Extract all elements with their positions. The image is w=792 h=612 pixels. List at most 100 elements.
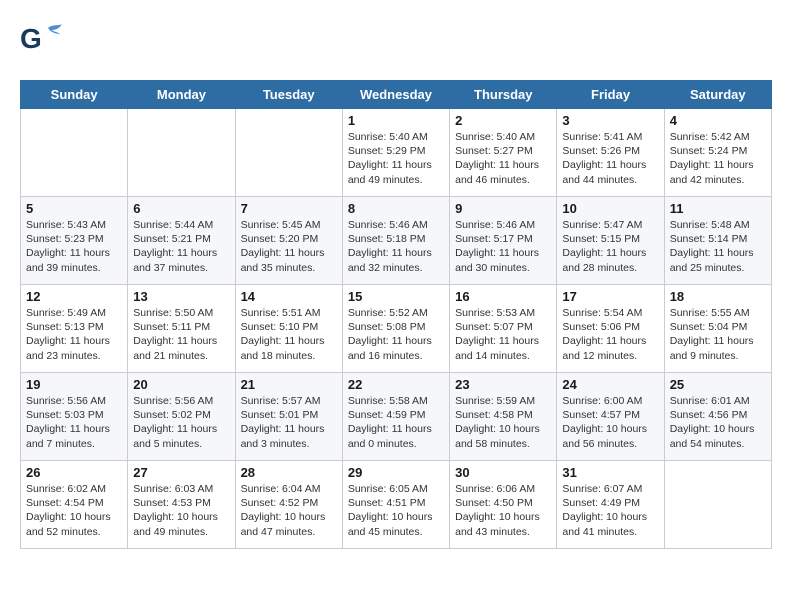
weekday-header-friday: Friday xyxy=(557,81,664,109)
day-info: Sunrise: 6:03 AM Sunset: 4:53 PM Dayligh… xyxy=(133,482,229,539)
day-info: Sunrise: 5:40 AM Sunset: 5:27 PM Dayligh… xyxy=(455,130,551,187)
calendar-cell: 17 Sunrise: 5:54 AM Sunset: 5:06 PM Dayli… xyxy=(557,285,664,373)
weekday-header-tuesday: Tuesday xyxy=(235,81,342,109)
day-info: Sunrise: 6:05 AM Sunset: 4:51 PM Dayligh… xyxy=(348,482,444,539)
day-number: 26 xyxy=(26,465,122,480)
calendar-cell: 15 Sunrise: 5:52 AM Sunset: 5:08 PM Dayli… xyxy=(342,285,449,373)
calendar-cell: 30 Sunrise: 6:06 AM Sunset: 4:50 PM Dayli… xyxy=(450,461,557,549)
day-info: Sunrise: 5:57 AM Sunset: 5:01 PM Dayligh… xyxy=(241,394,337,451)
day-info: Sunrise: 5:42 AM Sunset: 5:24 PM Dayligh… xyxy=(670,130,766,187)
calendar-cell: 27 Sunrise: 6:03 AM Sunset: 4:53 PM Dayli… xyxy=(128,461,235,549)
calendar-cell xyxy=(664,461,771,549)
day-info: Sunrise: 5:40 AM Sunset: 5:29 PM Dayligh… xyxy=(348,130,444,187)
day-info: Sunrise: 5:47 AM Sunset: 5:15 PM Dayligh… xyxy=(562,218,658,275)
day-info: Sunrise: 6:06 AM Sunset: 4:50 PM Dayligh… xyxy=(455,482,551,539)
day-info: Sunrise: 6:00 AM Sunset: 4:57 PM Dayligh… xyxy=(562,394,658,451)
day-number: 20 xyxy=(133,377,229,392)
day-number: 13 xyxy=(133,289,229,304)
calendar-cell: 5 Sunrise: 5:43 AM Sunset: 5:23 PM Daylig… xyxy=(21,197,128,285)
calendar-cell: 26 Sunrise: 6:02 AM Sunset: 4:54 PM Dayli… xyxy=(21,461,128,549)
calendar-cell xyxy=(128,109,235,197)
day-number: 31 xyxy=(562,465,658,480)
calendar-cell: 21 Sunrise: 5:57 AM Sunset: 5:01 PM Dayli… xyxy=(235,373,342,461)
calendar-cell: 19Sunrise: 5:56 AM Sunset: 5:03 PM Dayli… xyxy=(21,373,128,461)
page-header: G xyxy=(20,20,772,64)
calendar-week-row: 19Sunrise: 5:56 AM Sunset: 5:03 PM Dayli… xyxy=(21,373,772,461)
day-info: Sunrise: 6:01 AM Sunset: 4:56 PM Dayligh… xyxy=(670,394,766,451)
day-info: Sunrise: 5:44 AM Sunset: 5:21 PM Dayligh… xyxy=(133,218,229,275)
day-number: 21 xyxy=(241,377,337,392)
day-info: Sunrise: 5:45 AM Sunset: 5:20 PM Dayligh… xyxy=(241,218,337,275)
calendar-cell: 20Sunrise: 5:56 AM Sunset: 5:02 PM Dayli… xyxy=(128,373,235,461)
day-number: 25 xyxy=(670,377,766,392)
calendar-cell: 11 Sunrise: 5:48 AM Sunset: 5:14 PM Dayli… xyxy=(664,197,771,285)
calendar-cell: 9 Sunrise: 5:46 AM Sunset: 5:17 PM Daylig… xyxy=(450,197,557,285)
day-info: Sunrise: 5:53 AM Sunset: 5:07 PM Dayligh… xyxy=(455,306,551,363)
weekday-header-thursday: Thursday xyxy=(450,81,557,109)
weekday-header-wednesday: Wednesday xyxy=(342,81,449,109)
day-number: 9 xyxy=(455,201,551,216)
day-info: Sunrise: 5:50 AM Sunset: 5:11 PM Dayligh… xyxy=(133,306,229,363)
calendar-cell: 23Sunrise: 5:59 AM Sunset: 4:58 PM Dayli… xyxy=(450,373,557,461)
day-info: Sunrise: 6:04 AM Sunset: 4:52 PM Dayligh… xyxy=(241,482,337,539)
calendar-cell: 29 Sunrise: 6:05 AM Sunset: 4:51 PM Dayli… xyxy=(342,461,449,549)
logo: G xyxy=(20,20,66,64)
day-info: Sunrise: 5:48 AM Sunset: 5:14 PM Dayligh… xyxy=(670,218,766,275)
day-number: 30 xyxy=(455,465,551,480)
calendar-week-row: 1 Sunrise: 5:40 AM Sunset: 5:29 PM Daylig… xyxy=(21,109,772,197)
day-number: 19 xyxy=(26,377,122,392)
weekday-header-monday: Monday xyxy=(128,81,235,109)
day-number: 15 xyxy=(348,289,444,304)
day-info: Sunrise: 5:54 AM Sunset: 5:06 PM Dayligh… xyxy=(562,306,658,363)
calendar-cell: 31 Sunrise: 6:07 AM Sunset: 4:49 PM Dayli… xyxy=(557,461,664,549)
day-number: 28 xyxy=(241,465,337,480)
calendar-cell: 8Sunrise: 5:46 AM Sunset: 5:18 PM Daylig… xyxy=(342,197,449,285)
calendar-cell: 16 Sunrise: 5:53 AM Sunset: 5:07 PM Dayli… xyxy=(450,285,557,373)
calendar-cell: 25 Sunrise: 6:01 AM Sunset: 4:56 PM Dayli… xyxy=(664,373,771,461)
day-info: Sunrise: 5:49 AM Sunset: 5:13 PM Dayligh… xyxy=(26,306,122,363)
calendar-cell: 22Sunrise: 5:58 AM Sunset: 4:59 PM Dayli… xyxy=(342,373,449,461)
calendar-cell: 14Sunrise: 5:51 AM Sunset: 5:10 PM Dayli… xyxy=(235,285,342,373)
day-number: 5 xyxy=(26,201,122,216)
day-number: 16 xyxy=(455,289,551,304)
calendar-cell: 3 Sunrise: 5:41 AM Sunset: 5:26 PM Daylig… xyxy=(557,109,664,197)
calendar-cell xyxy=(21,109,128,197)
day-number: 11 xyxy=(670,201,766,216)
day-number: 27 xyxy=(133,465,229,480)
calendar-cell: 2 Sunrise: 5:40 AM Sunset: 5:27 PM Daylig… xyxy=(450,109,557,197)
day-info: Sunrise: 5:55 AM Sunset: 5:04 PM Dayligh… xyxy=(670,306,766,363)
day-number: 23 xyxy=(455,377,551,392)
logo-icon: G xyxy=(20,20,64,64)
calendar-cell xyxy=(235,109,342,197)
calendar-cell: 7 Sunrise: 5:45 AM Sunset: 5:20 PM Daylig… xyxy=(235,197,342,285)
day-info: Sunrise: 5:52 AM Sunset: 5:08 PM Dayligh… xyxy=(348,306,444,363)
day-number: 12 xyxy=(26,289,122,304)
calendar-cell: 1 Sunrise: 5:40 AM Sunset: 5:29 PM Daylig… xyxy=(342,109,449,197)
calendar-cell: 18Sunrise: 5:55 AM Sunset: 5:04 PM Dayli… xyxy=(664,285,771,373)
day-number: 6 xyxy=(133,201,229,216)
day-info: Sunrise: 6:02 AM Sunset: 4:54 PM Dayligh… xyxy=(26,482,122,539)
day-number: 14 xyxy=(241,289,337,304)
calendar-cell: 13 Sunrise: 5:50 AM Sunset: 5:11 PM Dayli… xyxy=(128,285,235,373)
svg-text:G: G xyxy=(20,23,42,54)
day-info: Sunrise: 6:07 AM Sunset: 4:49 PM Dayligh… xyxy=(562,482,658,539)
calendar-cell: 24Sunrise: 6:00 AM Sunset: 4:57 PM Dayli… xyxy=(557,373,664,461)
day-number: 29 xyxy=(348,465,444,480)
day-info: Sunrise: 5:43 AM Sunset: 5:23 PM Dayligh… xyxy=(26,218,122,275)
day-number: 7 xyxy=(241,201,337,216)
day-number: 2 xyxy=(455,113,551,128)
day-number: 17 xyxy=(562,289,658,304)
day-number: 4 xyxy=(670,113,766,128)
day-number: 3 xyxy=(562,113,658,128)
calendar-table: SundayMondayTuesdayWednesdayThursdayFrid… xyxy=(20,80,772,549)
day-info: Sunrise: 5:41 AM Sunset: 5:26 PM Dayligh… xyxy=(562,130,658,187)
day-info: Sunrise: 5:58 AM Sunset: 4:59 PM Dayligh… xyxy=(348,394,444,451)
calendar-cell: 6 Sunrise: 5:44 AM Sunset: 5:21 PM Daylig… xyxy=(128,197,235,285)
calendar-cell: 4 Sunrise: 5:42 AM Sunset: 5:24 PM Daylig… xyxy=(664,109,771,197)
weekday-header-saturday: Saturday xyxy=(664,81,771,109)
calendar-week-row: 5 Sunrise: 5:43 AM Sunset: 5:23 PM Daylig… xyxy=(21,197,772,285)
day-number: 10 xyxy=(562,201,658,216)
weekday-header-sunday: Sunday xyxy=(21,81,128,109)
day-info: Sunrise: 5:46 AM Sunset: 5:17 PM Dayligh… xyxy=(455,218,551,275)
day-number: 1 xyxy=(348,113,444,128)
